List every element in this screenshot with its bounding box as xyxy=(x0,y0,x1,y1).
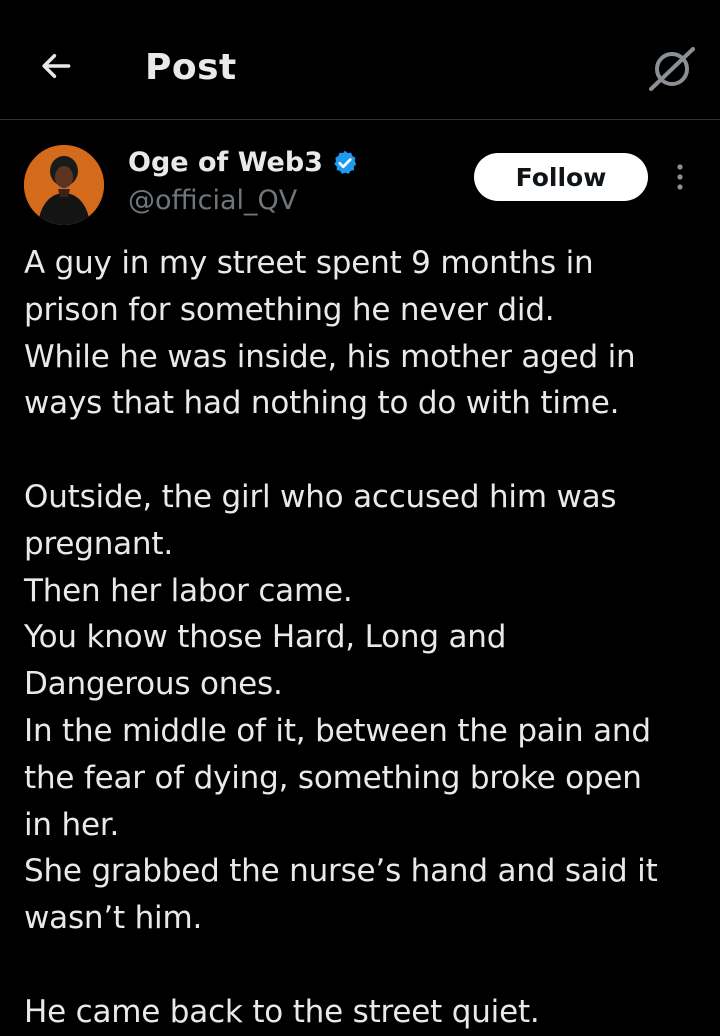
post-text-line: Then her labor came. xyxy=(24,572,353,609)
post-text-line: While he was inside, his mother aged in xyxy=(24,338,636,375)
post-text-line: A guy in my street spent 9 months in xyxy=(24,245,594,281)
post-text-line: pregnant. xyxy=(24,525,173,562)
post-author-row: Oge of Web3 @official_QV Follow xyxy=(0,121,720,231)
verified-badge-icon[interactable] xyxy=(331,149,359,177)
author-display-name[interactable]: Oge of Web3 xyxy=(128,145,323,181)
post-text-line: She grabbed the nurse’s hand and said it xyxy=(24,853,658,890)
post-text-line: He came back to the street quiet. xyxy=(24,993,540,1030)
post-text-line: ways that had nothing to do with time. xyxy=(24,385,620,422)
page-title: Post xyxy=(145,47,237,88)
post-text-line: prison for something he never did. xyxy=(24,291,555,328)
post-text: A guy in my street spent 9 months in pri… xyxy=(24,240,696,1036)
follow-button[interactable]: Follow xyxy=(474,153,648,201)
post-text-line: the fear of dying, something broke open xyxy=(24,759,642,796)
avatar[interactable] xyxy=(24,145,104,225)
arrow-left-icon xyxy=(37,47,75,89)
back-button[interactable] xyxy=(28,40,84,96)
post-text-line: Dangerous ones. xyxy=(24,666,283,703)
author-handle[interactable]: @official_QV xyxy=(128,183,297,219)
post-text-line: You know those Hard, Long and xyxy=(24,619,507,656)
post-text-line: In the middle of it, between the pain an… xyxy=(24,712,651,749)
grok-button[interactable] xyxy=(645,42,699,96)
post-text-line: in her. xyxy=(24,806,120,843)
post-text-line: Outside, the girl who accused him was xyxy=(24,478,617,515)
author-name[interactable]: Oge of Web3 xyxy=(128,145,359,181)
more-options-button[interactable] xyxy=(664,159,696,195)
more-vertical-icon xyxy=(664,159,696,195)
post-text-line: wasn’t him. xyxy=(24,900,203,937)
top-bar: Post xyxy=(0,0,720,120)
grok-icon xyxy=(645,47,699,100)
